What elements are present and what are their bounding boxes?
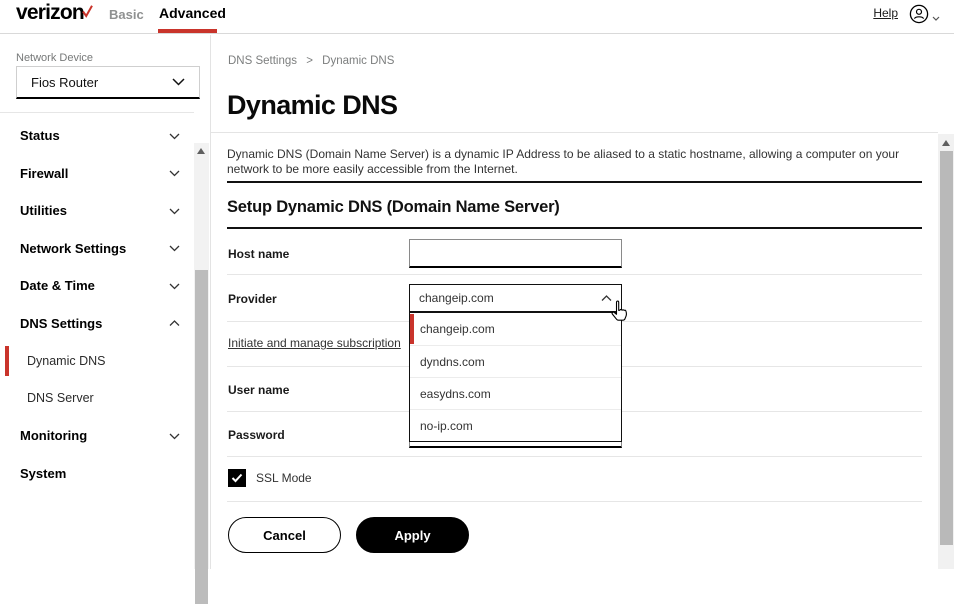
row-divider [227, 274, 922, 275]
help-link[interactable]: Help [873, 6, 898, 20]
selected-option-indicator [410, 314, 414, 344]
account-menu-button[interactable] [909, 4, 940, 29]
provider-option-easydns[interactable]: easydns.com [410, 377, 621, 409]
active-item-indicator [5, 346, 9, 376]
top-header: verizon Basic Advanced Help [0, 0, 954, 34]
section-divider [227, 227, 922, 229]
ssl-mode-label: SSL Mode [256, 471, 312, 485]
host-name-input[interactable] [409, 239, 622, 268]
sidebar-item-utilities[interactable]: Utilities [0, 192, 194, 230]
provider-option-changeip[interactable]: changeip.com [410, 313, 621, 345]
sidebar-item-dynamic-dns[interactable]: Dynamic DNS [0, 342, 194, 380]
host-name-label: Host name [228, 247, 290, 261]
page-title: Dynamic DNS [227, 90, 398, 120]
verizon-logo-text: verizon [16, 1, 85, 24]
active-tab-underline [158, 29, 217, 33]
device-select-value: Fios Router [31, 74, 99, 90]
manage-subscription-link[interactable]: Initiate and manage subscription [228, 336, 401, 350]
provider-select-value: changeip.com [419, 291, 494, 305]
sidebar-item-network-settings[interactable]: Network Settings [0, 230, 194, 268]
breadcrumb-separator: > [306, 55, 313, 67]
cancel-button[interactable]: Cancel [228, 517, 341, 553]
provider-select[interactable]: changeip.com [409, 284, 622, 312]
main-content: DNS Settings > Dynamic DNS Dynamic DNS D… [211, 35, 954, 569]
sidebar-item-dns-server[interactable]: DNS Server [0, 380, 194, 418]
checkmark-icon [231, 473, 243, 483]
apply-button[interactable]: Apply [356, 517, 469, 553]
sidebar-item-dns-settings[interactable]: DNS Settings [0, 305, 194, 343]
section-heading: Setup Dynamic DNS (Domain Name Server) [227, 198, 560, 216]
provider-dropdown-list: changeip.com dyndns.com easydns.com no-i… [409, 312, 622, 442]
scroll-up-arrow-icon[interactable] [197, 148, 205, 154]
user-avatar-icon [909, 4, 929, 29]
breadcrumb-dynamic-dns[interactable]: Dynamic DNS [322, 55, 394, 67]
chevron-down-icon [169, 239, 180, 257]
tab-advanced[interactable]: Advanced [159, 5, 226, 21]
chevron-down-icon [169, 164, 180, 182]
sidebar-menu: Status Firewall Utilities Network Settin… [0, 117, 194, 492]
provider-option-noip[interactable]: no-ip.com [410, 409, 621, 441]
user-name-label: User name [228, 383, 290, 397]
verizon-checkmark-icon [82, 0, 93, 24]
chevron-down-icon [932, 8, 940, 26]
sidebar: Network Device Fios Router Status Firewa… [0, 35, 209, 604]
content-top-divider [211, 132, 938, 133]
sidebar-divider [0, 112, 194, 113]
sidebar-scrollbar[interactable] [194, 143, 209, 604]
chevron-down-icon [169, 427, 180, 445]
provider-label: Provider [228, 292, 277, 306]
network-device-label: Network Device [16, 52, 94, 64]
tab-basic[interactable]: Basic [109, 7, 144, 22]
main-scrollbar[interactable] [938, 134, 954, 569]
sidebar-item-monitoring[interactable]: Monitoring [0, 417, 194, 455]
scroll-up-arrow-icon[interactable] [941, 140, 950, 146]
sidebar-scrollbar-thumb[interactable] [195, 270, 208, 604]
sidebar-item-system[interactable]: System [0, 455, 194, 493]
ssl-mode-checkbox-row[interactable]: SSL Mode [228, 469, 312, 487]
password-label: Password [228, 428, 285, 442]
sidebar-item-firewall[interactable]: Firewall [0, 155, 194, 193]
row-divider [227, 501, 922, 502]
sidebar-item-status[interactable]: Status [0, 117, 194, 155]
sidebar-item-date-time[interactable]: Date & Time [0, 267, 194, 305]
ssl-mode-checkbox[interactable] [228, 469, 246, 487]
section-divider [227, 181, 922, 183]
chevron-up-icon [169, 314, 180, 332]
chevron-up-icon [601, 289, 612, 307]
provider-option-dyndns[interactable]: dyndns.com [410, 345, 621, 377]
device-select[interactable]: Fios Router [16, 66, 200, 99]
main-scrollbar-thumb[interactable] [939, 151, 953, 545]
chevron-down-icon [172, 73, 185, 91]
page-description: Dynamic DNS (Domain Name Server) is a dy… [227, 147, 900, 176]
breadcrumb: DNS Settings > Dynamic DNS [228, 55, 394, 67]
verizon-logo: verizon [16, 1, 93, 25]
chevron-down-icon [169, 127, 180, 145]
row-divider [227, 456, 922, 457]
chevron-down-icon [169, 277, 180, 295]
chevron-down-icon [169, 202, 180, 220]
breadcrumb-dns-settings[interactable]: DNS Settings [228, 55, 297, 67]
